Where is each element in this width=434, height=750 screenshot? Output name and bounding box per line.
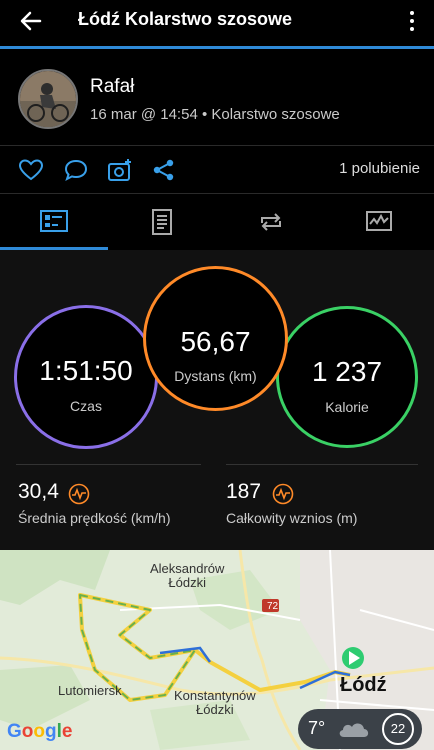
ascent-label: Całkowity wznios (m) <box>226 510 358 526</box>
wind-speed-icon: 22 <box>382 713 414 745</box>
tab-details[interactable] <box>108 194 216 250</box>
stats-panel: 1:51:50 Czas 1 237 Kalorie 56,67 Dystans… <box>0 250 434 550</box>
cloud-icon <box>339 723 369 737</box>
weather-badge: 7° 22 <box>298 709 422 749</box>
time-label: Czas <box>70 398 102 414</box>
comment-icon[interactable] <box>63 158 89 182</box>
page-title: Łódź Kolarstwo szosowe <box>78 9 293 29</box>
avg-speed-label: Średnia prędkość (km/h) <box>18 510 171 526</box>
ascent-metric: 187 Całkowity wznios (m) <box>226 480 357 526</box>
distance-ring: 56,67 Dystans (km) <box>143 266 288 411</box>
tab-laps[interactable] <box>217 194 325 250</box>
activity-actions: 1 polubienie <box>0 146 434 192</box>
avg-speed-value: 30,4 <box>18 480 59 503</box>
arrow-left-icon[interactable] <box>18 8 44 34</box>
google-logo: Google <box>7 721 73 742</box>
divider <box>226 464 418 465</box>
ascent-value: 187 <box>226 480 262 503</box>
activity-meta: 16 mar @ 14:54 • Kolarstwo szosowe <box>90 106 340 123</box>
distance-label: Dystans (km) <box>174 368 257 384</box>
add-photo-icon[interactable] <box>107 158 133 182</box>
time-ring: 1:51:50 Czas <box>14 305 158 449</box>
likes-count[interactable]: 1 polubienie <box>339 160 420 177</box>
app-header: Łódź Kolarstwo szosowe <box>0 0 434 48</box>
more-vertical-icon[interactable] <box>408 9 416 31</box>
temperature-value: 7° <box>308 718 326 738</box>
share-icon[interactable] <box>151 158 177 182</box>
activity-tabs <box>0 194 434 250</box>
chart-icon <box>366 211 392 231</box>
road-number-label: 72 <box>266 601 279 612</box>
tab-charts[interactable] <box>325 194 433 250</box>
heart-icon[interactable] <box>18 158 44 182</box>
distance-value: 56,67 <box>180 326 251 357</box>
loop-icon <box>261 213 281 231</box>
route-map[interactable]: Aleksandrów Łódzki 72 Lutomiersk Konstan… <box>0 550 434 750</box>
map-label-lutomiersk: Lutomiersk <box>58 683 122 698</box>
calories-value: 1 237 <box>311 356 383 387</box>
athlete-name[interactable]: Rafał <box>90 76 134 98</box>
avg-speed-metric: 30,4 Średnia prędkość (km/h) <box>18 480 171 526</box>
calories-ring: 1 237 Kalorie <box>276 306 418 448</box>
time-value: 1:51:50 <box>39 355 133 386</box>
avatar[interactable] <box>18 69 78 129</box>
summary-icon <box>40 210 68 232</box>
map-label-lodz: Łódź <box>340 674 387 696</box>
pulse-badge-icon <box>68 483 90 505</box>
activity-profile: Rafał 16 mar @ 14:54 • Kolarstwo szosowe <box>0 49 434 145</box>
tab-overview[interactable] <box>0 194 108 250</box>
document-icon <box>152 209 172 235</box>
divider <box>16 464 201 465</box>
map-label-aleksandrow: Aleksandrów Łódzki <box>150 561 225 590</box>
map-label-konstantynow: Konstantynów Łódzki <box>174 688 256 717</box>
calories-label: Kalorie <box>325 399 369 415</box>
pulse-badge-icon <box>272 483 294 505</box>
